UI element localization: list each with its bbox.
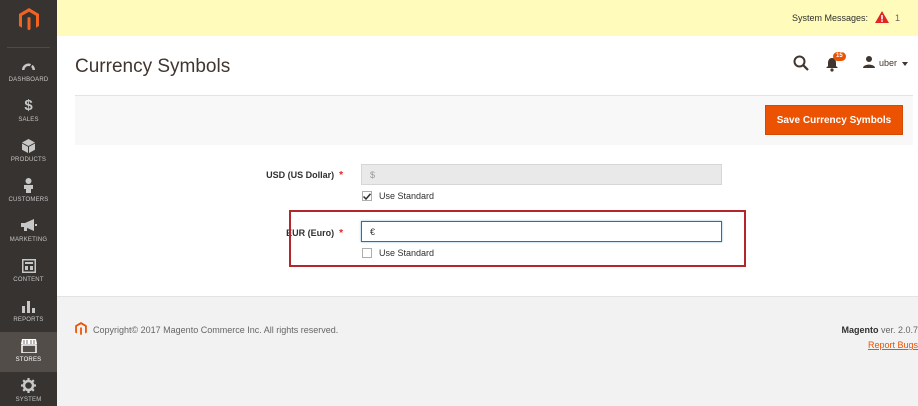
user-menu[interactable]: uber	[862, 56, 908, 70]
nav-label: STORES	[15, 357, 42, 363]
eur-use-standard-label: Use Standard	[379, 248, 435, 258]
nav-label: DASHBOARD	[8, 77, 49, 83]
person-icon	[23, 177, 34, 194]
dollar-icon: $	[24, 97, 33, 114]
bar-chart-icon	[21, 297, 36, 314]
nav-label: SALES	[18, 117, 39, 123]
eur-use-standard-checkbox[interactable]	[362, 248, 372, 258]
eur-use-standard[interactable]: Use Standard	[362, 248, 434, 258]
system-messages-bar: System Messages: 1	[57, 0, 918, 36]
user-icon	[862, 56, 875, 70]
page-footer: Copyright© 2017 Magento Commerce Inc. Al…	[57, 296, 918, 406]
save-currency-symbols-button[interactable]: Save Currency Symbols	[765, 105, 903, 135]
admin-sidebar: DASHBOARD $ SALES PRODUCTS CUSTOMERS MAR…	[0, 0, 57, 406]
nav-label: CUSTOMERS	[8, 197, 49, 203]
dashboard-icon	[21, 57, 36, 74]
required-marker: *	[339, 228, 343, 239]
version-text: ver. 2.0.7	[878, 325, 918, 335]
usd-label-text: USD (US Dollar)	[266, 170, 335, 180]
magento-brand: Magento	[841, 325, 879, 335]
required-marker: *	[339, 170, 343, 181]
magento-footer-logo-icon	[75, 322, 87, 338]
nav-label: CONTENT	[13, 277, 44, 283]
layout-icon	[21, 257, 36, 274]
usd-use-standard-checkbox[interactable]	[362, 191, 372, 201]
nav-item-products[interactable]: PRODUCTS	[0, 132, 57, 172]
nav-item-content[interactable]: CONTENT	[0, 252, 57, 292]
notifications-count-badge: 15	[832, 52, 846, 61]
gear-icon	[21, 377, 36, 394]
copyright: Copyright© 2017 Magento Commerce Inc. Al…	[75, 322, 338, 338]
checkmark-icon	[363, 192, 371, 200]
eur-field-label: EUR (Euro) *	[53, 228, 343, 239]
store-icon	[20, 337, 37, 354]
system-messages[interactable]: System Messages: 1	[792, 11, 900, 25]
search-icon[interactable]	[793, 55, 809, 71]
eur-label-text: EUR (Euro)	[286, 228, 335, 238]
magento-logo[interactable]	[0, 0, 57, 40]
usd-field-label: USD (US Dollar) *	[53, 170, 343, 181]
system-messages-count: 1	[894, 13, 900, 23]
page-actions-bar: Save Currency Symbols	[75, 95, 913, 145]
chevron-down-icon	[902, 58, 908, 68]
magento-version: Magento ver. 2.0.7	[841, 325, 918, 335]
nav-divider	[7, 47, 50, 48]
page-title: Currency Symbols	[75, 56, 231, 77]
cube-icon	[22, 137, 35, 154]
nav-item-marketing[interactable]: MARKETING	[0, 212, 57, 252]
copyright-text: Copyright© 2017 Magento Commerce Inc. Al…	[93, 325, 339, 335]
usd-use-standard[interactable]: Use Standard	[362, 191, 434, 201]
nav-item-customers[interactable]: CUSTOMERS	[0, 172, 57, 212]
nav-item-dashboard[interactable]: DASHBOARD	[0, 52, 57, 92]
nav-item-reports[interactable]: REPORTS	[0, 292, 57, 332]
nav-label: SYSTEM	[15, 397, 42, 403]
megaphone-icon	[20, 217, 37, 234]
nav-item-sales[interactable]: $ SALES	[0, 92, 57, 132]
usd-symbol-input[interactable]	[361, 164, 722, 185]
system-messages-label: System Messages:	[791, 13, 868, 23]
nav-label: REPORTS	[13, 317, 44, 323]
nav-item-system[interactable]: SYSTEM	[0, 372, 57, 406]
warning-icon	[874, 11, 889, 25]
nav-item-stores[interactable]: STORES	[0, 332, 57, 372]
nav-label: MARKETING	[9, 237, 48, 243]
header-actions: 15 uber	[793, 52, 908, 72]
report-bugs-link[interactable]: Report Bugs	[868, 340, 918, 350]
magento-logo-icon	[18, 8, 39, 31]
usd-use-standard-label: Use Standard	[379, 191, 435, 201]
username: uber	[878, 58, 897, 68]
nav-label: PRODUCTS	[10, 157, 47, 163]
notifications-bell-icon[interactable]: 15	[825, 52, 846, 72]
eur-symbol-input[interactable]	[361, 221, 722, 242]
